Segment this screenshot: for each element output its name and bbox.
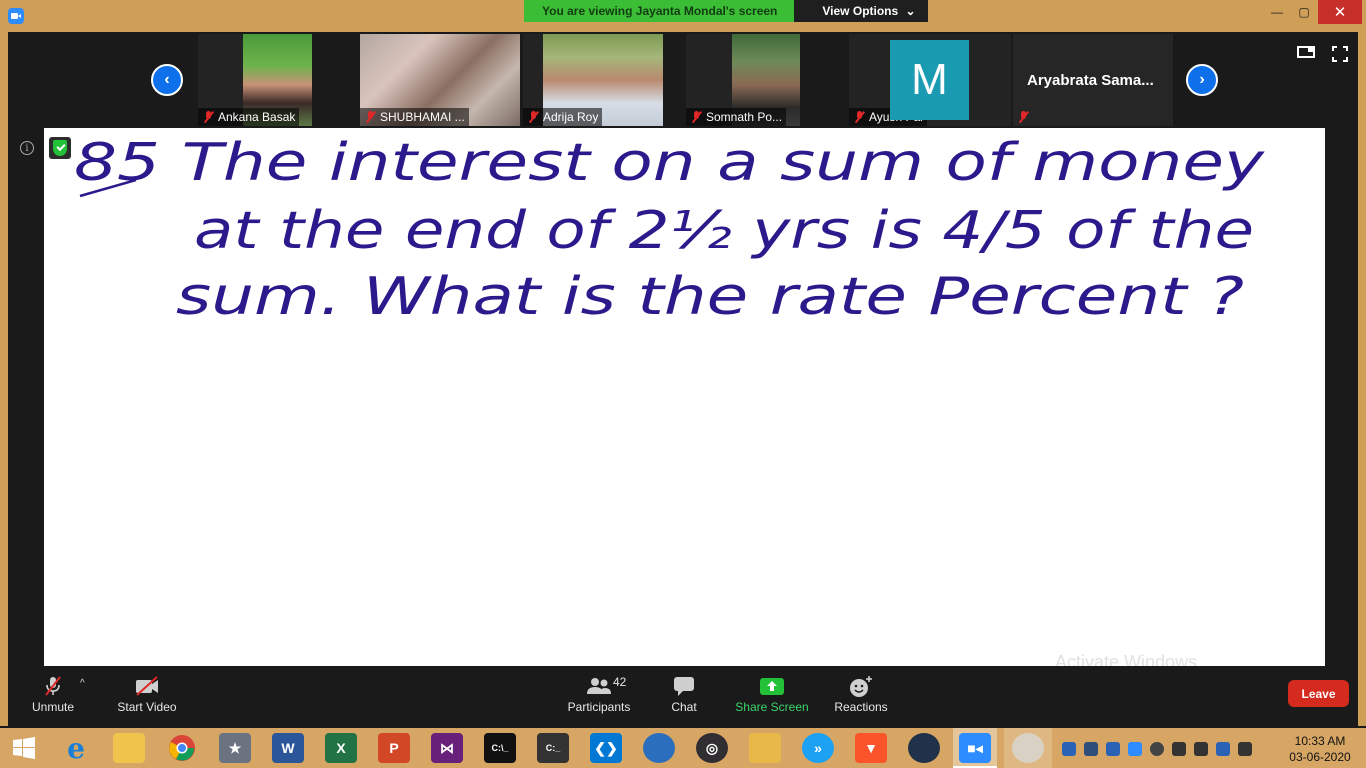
security-shield-icon[interactable]	[49, 137, 71, 159]
strip-next-button[interactable]: ›	[1186, 64, 1218, 96]
leave-button[interactable]: Leave	[1288, 680, 1349, 707]
notepad-icon[interactable]: ★	[219, 733, 251, 763]
participants-icon	[587, 678, 611, 694]
sync-icon[interactable]	[1150, 742, 1164, 756]
clock-date: 03-06-2020	[1289, 750, 1351, 764]
mic-off-icon	[1018, 111, 1029, 123]
excel-icon[interactable]: X	[325, 733, 357, 763]
participants-button[interactable]: Participants	[554, 672, 644, 722]
system-tray	[1062, 740, 1252, 758]
video-tile[interactable]: SHUBHAMAI ...	[360, 34, 520, 126]
chat-icon	[674, 677, 694, 696]
file-explorer-icon[interactable]	[113, 733, 145, 763]
handwritten-line-3: sum. What is the rate Percent ?	[176, 267, 1244, 327]
mic-off-icon	[854, 111, 865, 123]
mic-muted-icon	[45, 676, 61, 696]
strip-prev-button[interactable]: ‹	[151, 64, 183, 96]
powerpoint-icon[interactable]: P	[378, 733, 410, 763]
network-tool-icon[interactable]	[908, 733, 940, 763]
mic-off-icon	[365, 111, 376, 123]
language-icon[interactable]	[1216, 742, 1230, 756]
word-icon[interactable]: W	[272, 733, 304, 763]
chrome-icon[interactable]	[166, 733, 198, 763]
participant-name-tag: Somnath Po...	[686, 108, 787, 126]
volume-icon[interactable]	[1084, 742, 1098, 756]
visual-studio-icon[interactable]: ⋈	[431, 733, 463, 763]
fullscreen-icon[interactable]	[1332, 46, 1348, 62]
chevron-left-icon: ‹	[164, 71, 170, 88]
participants-count: 42	[613, 675, 627, 689]
zoom-taskbar-icon[interactable]: ■◂	[959, 733, 991, 763]
vscode-icon[interactable]: ❮❯	[590, 733, 622, 763]
chevron-right-icon: ›	[1199, 71, 1205, 88]
mic-off-icon	[528, 111, 539, 123]
video-tile[interactable]: Ankana Basak	[198, 34, 312, 126]
shared-screen: 85 The interest on a sum of money at the…	[44, 128, 1325, 666]
video-tile[interactable]: Somnath Po...	[686, 34, 800, 126]
reactions-icon	[850, 676, 872, 697]
obs-icon[interactable]: ◎	[696, 733, 728, 763]
clock-time: 10:33 AM	[1294, 734, 1346, 748]
flag-icon[interactable]	[1172, 742, 1186, 756]
participant-name: Adrija Roy	[543, 110, 599, 124]
share-screen-icon	[760, 678, 784, 695]
video-off-icon	[136, 676, 158, 696]
participant-name-tag: Ankana Basak	[198, 108, 300, 126]
reactions-button[interactable]: Reactions	[816, 672, 906, 722]
zoom-app-icon	[8, 8, 24, 24]
cmd-icon[interactable]: C:\_	[484, 733, 516, 763]
mic-off-icon	[203, 111, 214, 123]
view-options-label: View Options	[822, 4, 899, 18]
share-screen-button[interactable]: Share Screen	[727, 672, 817, 722]
chat-label: Chat	[671, 700, 697, 714]
share-screen-label: Share Screen	[735, 700, 809, 714]
participants-label: Participants	[567, 700, 631, 714]
zoom-tray-icon[interactable]	[1128, 742, 1142, 756]
maximize-button[interactable]: ▢	[1290, 0, 1318, 24]
layout-toggle-icon[interactable]	[1297, 46, 1315, 58]
chat-button[interactable]: Chat	[639, 672, 729, 722]
video-tile[interactable]: Adrija Roy	[523, 34, 663, 126]
zoom-window: You are viewing Jayanta Mondal's screen …	[0, 0, 1366, 768]
participant-name-tag: Adrija Roy	[523, 108, 603, 126]
info-icon[interactable]: i	[20, 141, 34, 155]
internet-explorer-icon[interactable]: e	[60, 732, 92, 765]
avatar: M	[890, 40, 969, 120]
taskbar-clock[interactable]: 10:33 AM 03-06-2020	[1282, 733, 1358, 765]
handwritten-line-2: at the end of 2½ yrs is 4/5 of the	[194, 201, 1254, 261]
view-options-button[interactable]: View Options ⌄	[794, 0, 928, 22]
viewing-banner: You are viewing Jayanta Mondal's screen …	[524, 0, 928, 22]
windows-start-icon[interactable]	[8, 733, 40, 763]
start-video-button[interactable]: Start Video	[102, 672, 192, 722]
paint-icon[interactable]	[1012, 733, 1044, 763]
chevron-down-icon: ⌄	[905, 4, 916, 18]
viewing-banner-text: You are viewing Jayanta Mondal's screen	[524, 0, 795, 22]
minimize-button[interactable]: —	[1264, 0, 1290, 24]
audio-options-caret-icon[interactable]: ^	[80, 678, 85, 689]
handwritten-line-1: 85 The interest on a sum of money	[74, 133, 1266, 193]
video-tile[interactable]: Aryabrata Sama...	[1013, 34, 1173, 126]
mic-off-icon	[691, 111, 702, 123]
unmute-label: Unmute	[31, 700, 75, 714]
console-icon[interactable]: C:_	[537, 733, 569, 763]
tool-icon[interactable]	[749, 733, 781, 763]
signal-icon[interactable]	[1238, 742, 1252, 756]
participant-name-tag: SHUBHAMAI ...	[360, 108, 469, 126]
close-button[interactable]: ✕	[1318, 0, 1362, 24]
thunderbird-icon[interactable]	[643, 733, 675, 763]
reactions-label: Reactions	[834, 700, 888, 714]
whiteboard-canvas: 85 The interest on a sum of money at the…	[74, 133, 1266, 327]
participant-name: Ankana Basak	[218, 110, 296, 124]
onedrive-icon[interactable]	[1106, 742, 1120, 756]
participant-name: Somnath Po...	[706, 110, 783, 124]
settings-tray-icon[interactable]	[1062, 742, 1076, 756]
start-video-label: Start Video	[117, 700, 177, 714]
window-frame-left	[0, 32, 8, 726]
participant-name: SHUBHAMAI ...	[380, 110, 465, 124]
participant-name: Aryabrata Sama...	[1027, 72, 1154, 89]
power-icon[interactable]	[1194, 742, 1208, 756]
docker-icon[interactable]: »	[802, 733, 834, 763]
window-frame-right	[1358, 32, 1366, 726]
brave-icon[interactable]: ▼	[855, 733, 887, 763]
